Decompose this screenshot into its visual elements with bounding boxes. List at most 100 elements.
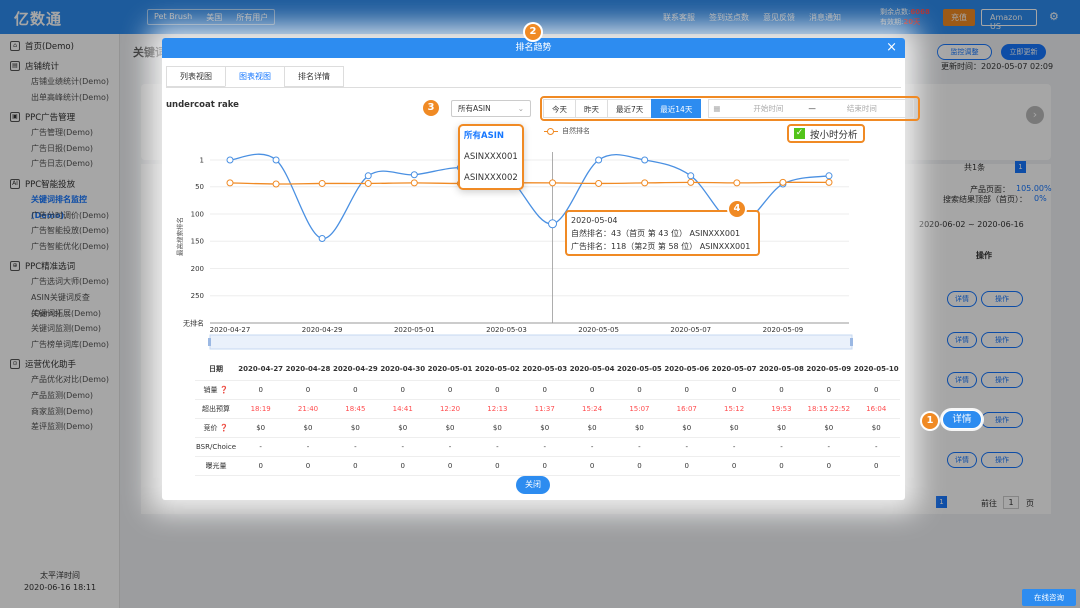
tooltip-natural-rank: 自然排名：43（首页 第 43 位） ASINXXX001 [571,229,741,238]
table-cell: 18:15 22:52 [805,399,853,419]
table-cell: $0 [379,418,427,438]
table-cell: 18:19 [237,399,285,419]
ad-rank-point[interactable] [318,235,326,243]
natural-rank-point[interactable] [595,179,603,187]
asin-option-002[interactable]: ASINXXX002 [460,168,522,189]
natural-rank-point[interactable] [779,178,787,186]
tooltip-date: 2020-05-04 [571,216,618,225]
table-header-cell: 日期 [195,358,237,381]
table-cell: 11:37 [521,399,569,419]
table-cell: $0 [426,418,474,438]
y-tick-label: 250 [191,292,204,300]
natural-rank-point[interactable] [318,179,326,187]
step-badge-1: 1 [922,413,938,429]
table-header-cell: 2020-05-07 [710,358,758,381]
table-cell: - [568,437,616,457]
detail-button[interactable]: 详情 [942,410,982,429]
table-header-cell: 2020-05-06 [663,358,711,381]
natural-rank-point[interactable] [364,179,372,187]
table-header-cell: 2020-05-08 [757,358,806,381]
table-header-cell: 2020-04-28 [284,358,332,381]
table-cell: 0 [663,456,711,476]
table-header-cell: 2020-05-10 [852,358,900,381]
ad-rank-point[interactable] [272,156,280,164]
y-tick-label: 无排名 [183,319,204,328]
zoom-handle-left[interactable] [208,338,211,346]
table-header-row: 日期 2020-04-27 2020-04-28 2020-04-29 2020-04-… [195,358,900,381]
table-cell: 14:41 [379,399,427,419]
table-cell: - [852,437,900,457]
table-cell: 0 [852,456,900,476]
table-cell: - [473,437,522,457]
ad-rank-point[interactable] [641,156,649,164]
table-header-cell: 2020-04-27 [237,358,285,381]
table-cell: - [331,437,380,457]
natural-rank-point[interactable] [226,179,234,187]
table-cell: $0 [852,418,900,438]
table-header-cell: 2020-05-01 [426,358,474,381]
y-tick-label: 150 [191,238,204,246]
chart-zoom-slider[interactable] [209,334,853,350]
x-tick-label: 2020-05-07 [670,326,711,334]
y-axis-label: 最高搜索排名 [175,217,184,256]
table-cell: 0 [331,456,380,476]
asin-option-all[interactable]: 所有ASIN [460,126,522,147]
y-tick-label: 1 [200,157,204,165]
table-cell: 0 [615,456,664,476]
table-cell: 0 [805,380,853,400]
rank-trend-modal: 排名趋势 × 列表视图 图表视图 排名详情 undercoat rake 所有A… [162,38,920,500]
table-cell: $0 [615,418,664,438]
row-label: 竞价 ❓ [195,418,237,438]
table-cell: 0 [757,380,806,400]
table-cell: - [710,437,758,457]
natural-rank-point[interactable] [410,179,418,187]
x-tick-label: 2020-05-05 [578,326,619,334]
table-cell: 19:53 [757,399,806,419]
x-tick-label: 2020-05-01 [394,326,435,334]
table-cell: 0 [568,456,616,476]
zoom-handle-right[interactable] [850,338,853,346]
table-cell: 0 [473,380,522,400]
natural-rank-point[interactable] [733,179,741,187]
natural-rank-point[interactable] [549,179,557,187]
natural-rank-point[interactable] [687,178,695,186]
natural-rank-point[interactable] [272,180,280,188]
table-cell: 0 [757,456,806,476]
asin-option-001[interactable]: ASINXXX001 [460,147,522,168]
table-cell: 0 [710,456,758,476]
ad-rank-point[interactable] [595,156,603,164]
table-cell: 0 [663,380,711,400]
y-tick-label: 200 [191,265,204,273]
ad-rank-point[interactable] [687,172,695,180]
table-cell: 0 [521,380,569,400]
table-cell: 18:45 [331,399,380,419]
table-cell: - [805,437,853,457]
x-tick-label: 2020-04-29 [302,326,343,334]
online-chat-button[interactable]: 在线咨询 [1022,589,1076,606]
table-header-cell: 2020-04-29 [331,358,380,381]
table-cell: $0 [757,418,806,438]
natural-rank-point[interactable] [825,178,833,186]
table-cell: 0 [521,456,569,476]
asin-dropdown-menu: 所有ASIN ASINXXX001 ASINXXX002 [458,124,524,190]
ad-rank-point[interactable] [226,156,234,164]
natural-rank-point[interactable] [641,179,649,187]
ad-rank-point[interactable] [410,171,418,179]
x-tick-label: 2020-04-27 [210,326,251,334]
table-cell: 0 [852,380,900,400]
table-cell: - [663,437,711,457]
ad-rank-point[interactable] [825,172,833,180]
table-cell: 0 [710,380,758,400]
y-tick-label: 50 [195,183,204,191]
row-label: BSR/Choice [195,437,237,457]
ad-rank-point[interactable] [548,219,558,229]
table-cell: 0 [237,380,285,400]
table-cell: 0 [568,380,616,400]
table-cell: 12:20 [426,399,474,419]
table-header-cell: 2020-05-04 [568,358,616,381]
close-button[interactable]: 关闭 [516,476,550,494]
step-badge-4: 4 [729,201,745,217]
ad-rank-point[interactable] [364,172,372,180]
table-cell: 0 [284,380,332,400]
table-cell: $0 [237,418,285,438]
